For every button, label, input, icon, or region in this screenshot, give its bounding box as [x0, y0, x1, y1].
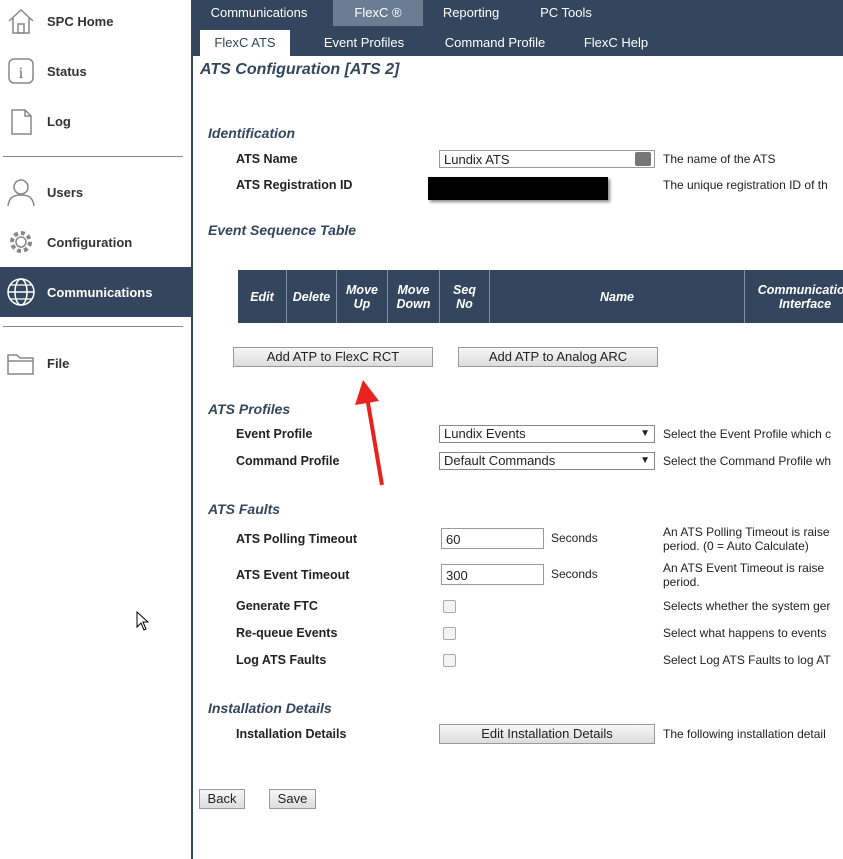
requeue-events-label: Re-queue Events [236, 626, 338, 640]
sidebar-item-status[interactable]: i Status [0, 46, 191, 96]
home-icon [4, 4, 38, 38]
polling-timeout-unit: Seconds [551, 531, 598, 545]
tab-flexc-ats[interactable]: FlexC ATS [200, 30, 290, 56]
column-header-delete: Delete [287, 270, 337, 323]
event-timeout-description-line2: period. [663, 575, 700, 589]
ats-registration-id-description: The unique registration ID of th [663, 178, 828, 192]
tab-communications[interactable]: Communications [203, 0, 315, 26]
sidebar-item-spc-home[interactable]: SPC Home [0, 0, 191, 46]
sidebar-divider [3, 156, 183, 157]
gear-icon [4, 225, 38, 259]
add-atp-analog-arc-button[interactable]: Add ATP to Analog ARC [458, 347, 658, 367]
command-profile-description: Select the Command Profile wh [663, 454, 832, 468]
polling-timeout-label: ATS Polling Timeout [236, 532, 358, 546]
chevron-down-icon: ▼ [640, 455, 650, 466]
generate-ftc-description: Selects whether the system ger [663, 599, 831, 613]
event-profile-description: Select the Event Profile which c [663, 427, 832, 441]
event-profile-select[interactable]: Lundix Events ▼ [439, 425, 655, 443]
sidebar-item-label: Communications [47, 284, 153, 300]
sidebar-item-log[interactable]: Log [0, 96, 191, 146]
column-header-seq-no: Seq No [440, 270, 490, 323]
page-title: ATS Configuration [ATS 2] [200, 61, 400, 78]
redacted-registration-id [428, 177, 608, 200]
svg-text:i: i [19, 65, 24, 82]
back-button[interactable]: Back [199, 789, 245, 809]
save-button[interactable]: Save [269, 789, 316, 809]
section-heading-ats-profiles: ATS Profiles [208, 401, 291, 417]
ats-name-label: ATS Name [236, 152, 298, 166]
column-header-move-up: Move Up [337, 270, 388, 323]
log-ats-faults-checkbox[interactable] [443, 654, 456, 667]
event-timeout-unit: Seconds [551, 567, 598, 581]
mouse-cursor-icon [136, 611, 150, 631]
ats-registration-id-label: ATS Registration ID [236, 178, 353, 192]
sidebar-item-configuration[interactable]: Configuration [0, 217, 191, 267]
column-header-move-down: Move Down [388, 270, 440, 323]
event-sequence-table: Edit Delete Move Up Move Down Seq No Nam… [238, 270, 843, 325]
column-header-communication-interface: Communication Interface [745, 270, 843, 323]
keyboard-icon[interactable] [635, 152, 651, 166]
polling-timeout-input[interactable]: 60 [441, 528, 544, 549]
sidebar: SPC Home i Status Log Users Configuratio… [0, 0, 193, 859]
folder-icon [4, 346, 38, 380]
seq-no-text: Seq No [453, 282, 476, 311]
globe-icon [4, 275, 38, 309]
sidebar-item-communications[interactable]: Communications [0, 267, 191, 317]
tab-reporting[interactable]: Reporting [433, 0, 509, 26]
add-atp-flexc-rct-button[interactable]: Add ATP to FlexC RCT [233, 347, 433, 367]
column-header-edit: Edit [238, 270, 287, 323]
sidebar-item-label: Log [47, 113, 71, 129]
move-up-text: Move Up [346, 282, 378, 311]
event-timeout-input[interactable]: 300 [441, 564, 544, 585]
sidebar-item-label: Users [47, 184, 84, 200]
sidebar-item-label: Status [47, 63, 87, 79]
info-icon: i [4, 54, 38, 88]
tab-flexc[interactable]: FlexC ® [333, 0, 423, 26]
tab-flexc-help[interactable]: FlexC Help [575, 30, 657, 56]
ats-name-value: Lundix ATS [444, 152, 510, 167]
sidebar-divider [3, 326, 183, 327]
ats-name-description: The name of the ATS [663, 152, 776, 166]
sidebar-item-label: Configuration [47, 234, 133, 250]
event-profile-value: Lundix Events [444, 426, 526, 441]
top-navigation: Communications FlexC ® Reporting PC Tool… [193, 0, 843, 26]
document-icon [4, 104, 38, 138]
chevron-down-icon: ▼ [640, 428, 650, 439]
sidebar-item-users[interactable]: Users [0, 167, 191, 217]
tab-pc-tools[interactable]: PC Tools [523, 0, 609, 26]
installation-details-label: Installation Details [236, 727, 347, 741]
installation-details-description: The following installation detail [663, 727, 826, 741]
event-timeout-label: ATS Event Timeout [236, 568, 350, 582]
column-header-name: Name [490, 270, 745, 323]
polling-timeout-description-line2: period. (0 = Auto Calculate) [663, 539, 809, 553]
section-heading-event-sequence: Event Sequence Table [208, 222, 357, 238]
move-down-text: Move Down [396, 282, 431, 311]
section-heading-installation-details: Installation Details [208, 700, 332, 716]
edit-installation-details-button[interactable]: Edit Installation Details [439, 724, 655, 744]
event-timeout-description-line1: An ATS Event Timeout is raise [663, 561, 825, 575]
section-heading-identification: Identification [208, 125, 296, 141]
requeue-events-description: Select what happens to events [663, 626, 827, 640]
user-icon [4, 175, 38, 209]
command-profile-label: Command Profile [236, 454, 340, 468]
generate-ftc-label: Generate FTC [236, 599, 318, 613]
annotation-arrow-icon [355, 380, 384, 486]
event-profile-label: Event Profile [236, 427, 313, 441]
command-profile-value: Default Commands [444, 453, 556, 468]
polling-timeout-description-line1: An ATS Polling Timeout is raise [663, 525, 830, 539]
command-profile-select[interactable]: Default Commands ▼ [439, 452, 655, 470]
section-heading-ats-faults: ATS Faults [208, 501, 281, 517]
requeue-events-checkbox[interactable] [443, 627, 456, 640]
tab-command-profile[interactable]: Command Profile [435, 30, 555, 56]
sidebar-item-label: File [47, 355, 70, 371]
sidebar-item-file[interactable]: File [0, 338, 191, 388]
ats-name-input[interactable]: Lundix ATS [439, 150, 655, 168]
tab-event-profiles[interactable]: Event Profiles [311, 30, 417, 56]
sub-navigation: FlexC ATS Event Profiles Command Profile… [193, 26, 843, 56]
communication-interface-text: Communication Interface [757, 282, 843, 311]
log-ats-faults-label: Log ATS Faults [236, 653, 327, 667]
generate-ftc-checkbox[interactable] [443, 600, 456, 613]
sidebar-item-label: SPC Home [47, 13, 114, 29]
log-ats-faults-description: Select Log ATS Faults to log AT [663, 653, 831, 667]
